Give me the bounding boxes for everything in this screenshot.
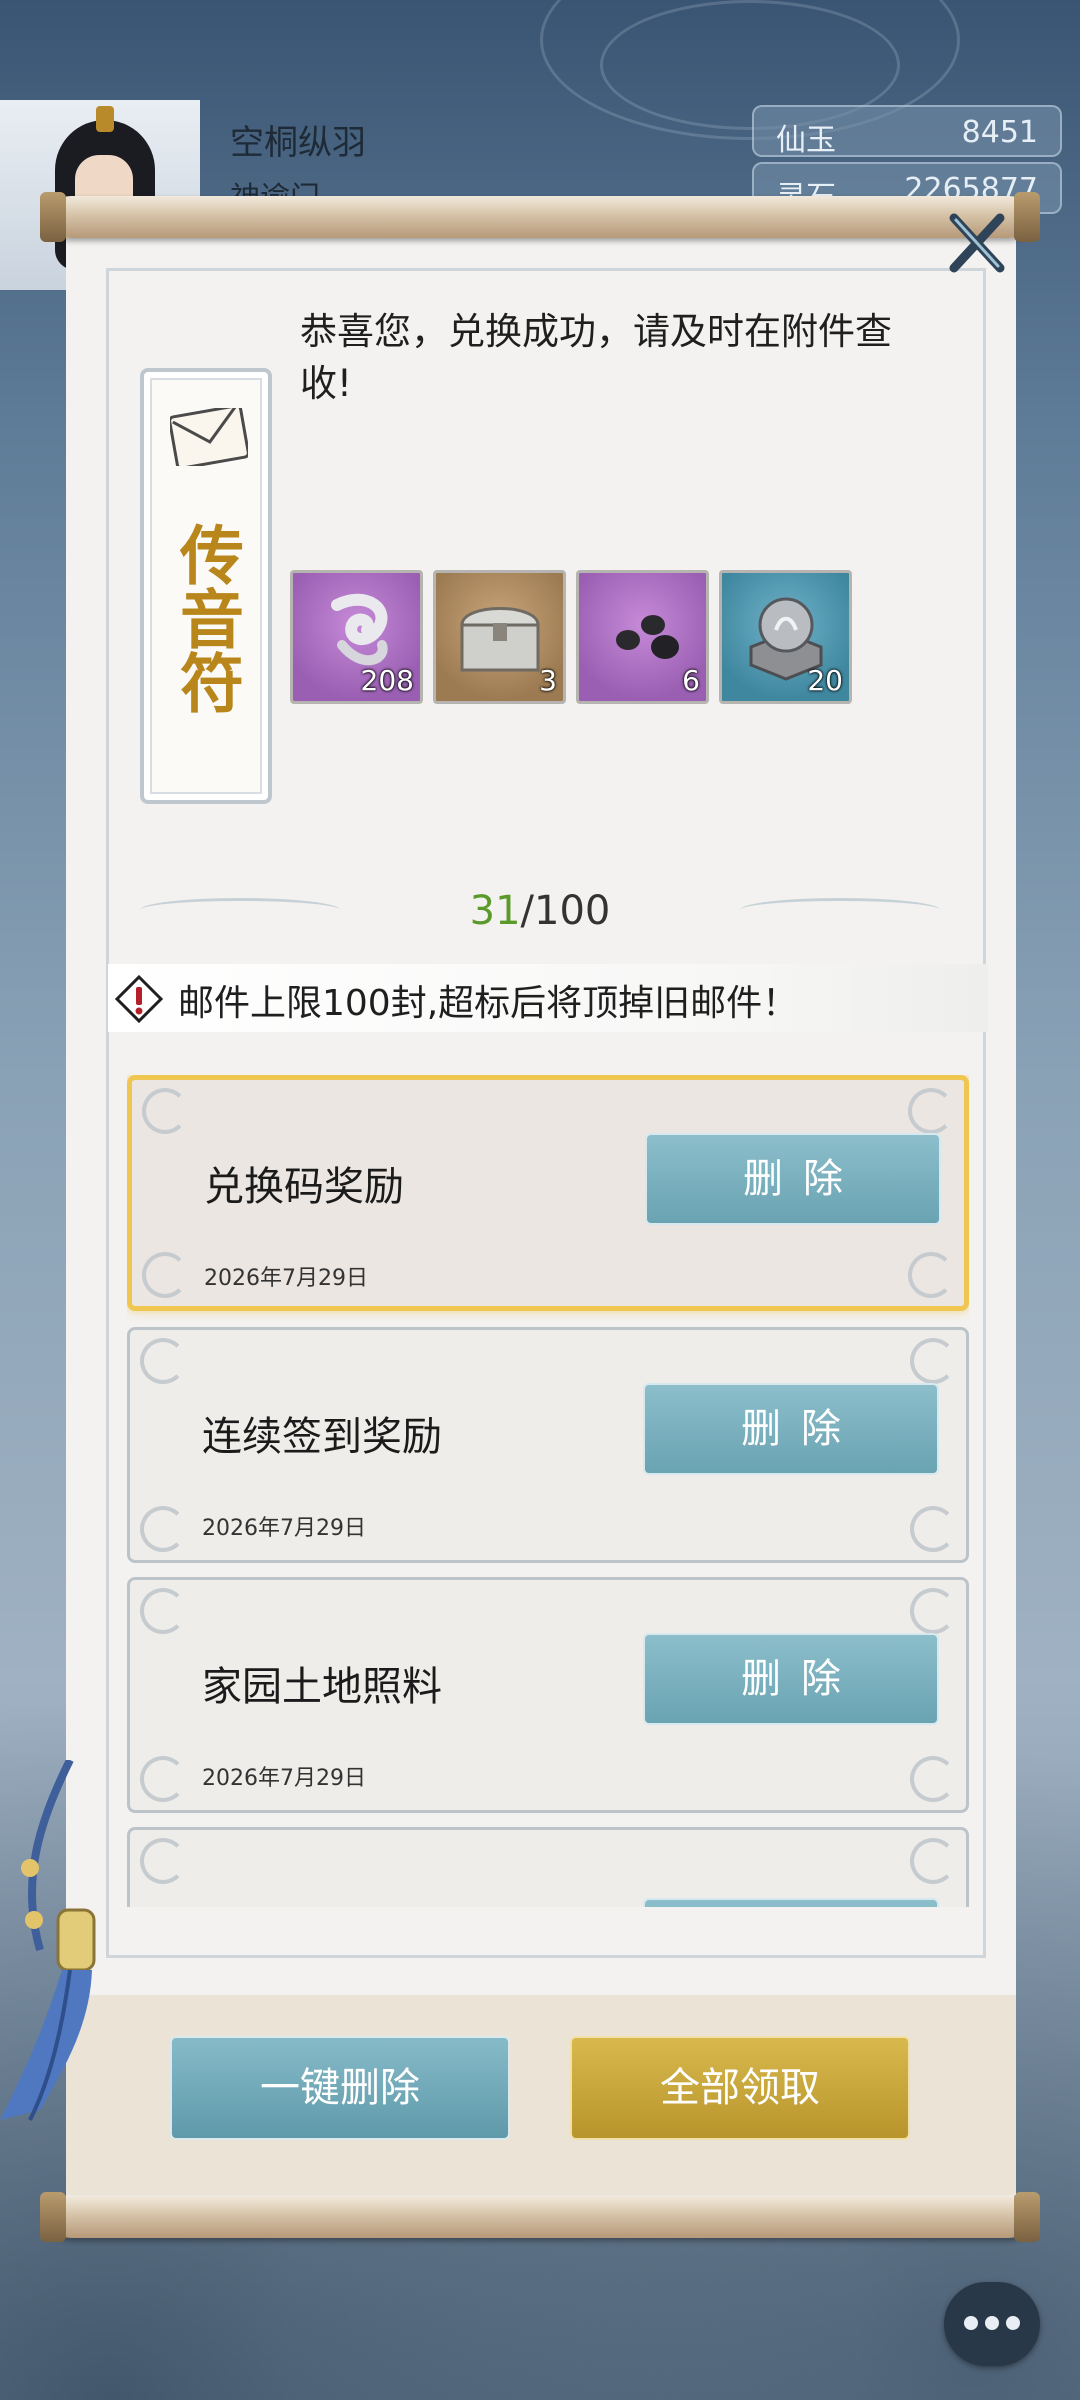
stones-icon (616, 615, 679, 659)
mail-title: 连续签到奖励 (202, 1414, 442, 1460)
cloud-ornament (142, 1252, 188, 1298)
cloud-ornament (140, 1588, 186, 1634)
attachment-count: 20 (807, 664, 843, 697)
delete-button[interactable]: 删除 (643, 1633, 939, 1725)
mail-item[interactable]: 兑换码奖励 2026年7月29日 删除 (127, 1075, 969, 1311)
talisman-label: 传音符 (144, 522, 268, 738)
attachment-item[interactable]: 3 (433, 570, 566, 704)
scroll-rod-top (40, 192, 1040, 242)
envelope-icon (170, 408, 248, 466)
mail-count-max: /100 (520, 888, 611, 934)
mail-title: 兑换码奖励 (204, 1164, 404, 1210)
delete-button[interactable] (643, 1898, 939, 1907)
scroll-rod-bottom (40, 2192, 1040, 2242)
mail-count-current: 31 (469, 888, 521, 934)
claim-all-button[interactable]: 全部领取 (570, 2036, 910, 2140)
chat-button[interactable] (944, 2282, 1040, 2366)
cloud-ornament (140, 1838, 186, 1884)
cloud-ornament (910, 1506, 956, 1552)
mail-message: 恭喜您，兑换成功，请及时在附件查收! (300, 310, 892, 405)
cloud-ornament (140, 1756, 186, 1802)
cloud-ornament (908, 1088, 954, 1134)
attachment-item[interactable]: 20 (719, 570, 852, 704)
attachment-count: 6 (682, 664, 700, 697)
mail-item[interactable]: 连续签到奖励 2026年7月29日 删除 (127, 1327, 969, 1563)
mail-limit-notice: 邮件上限100封,超标后将顶掉旧邮件！ (108, 964, 988, 1032)
delete-button[interactable]: 删除 (643, 1383, 939, 1475)
tassel-ornament (0, 1760, 96, 2121)
cloud-ornament (142, 1088, 188, 1134)
attachment-item[interactable]: 6 (576, 570, 709, 704)
mail-item[interactable]: 家园土地照料 2026年7月29日 删除 (127, 1577, 969, 1813)
attachment-item[interactable]: 208 (290, 570, 423, 704)
cloud-ornament (910, 1338, 956, 1384)
cloud-ornament (908, 1252, 954, 1298)
currency-value: 8451 (961, 115, 1038, 150)
currency-xianyu: 仙玉 8451 (752, 105, 1062, 158)
close-button[interactable] (944, 210, 1010, 276)
mail-date: 2026年7月29日 (204, 1266, 368, 1291)
cloud-ornament (910, 1838, 956, 1884)
mail-date: 2026年7月29日 (202, 1766, 366, 1791)
mail-title: 家园土地照料 (202, 1664, 442, 1710)
attachment-count: 3 (539, 664, 557, 697)
cloud-ornament (910, 1588, 956, 1634)
notice-text: 邮件上限100封,超标后将顶掉旧邮件！ (178, 983, 799, 1024)
bulk-delete-button[interactable]: 一键删除 (170, 2036, 510, 2140)
mail-date: 2026年7月29日 (202, 1516, 366, 1541)
talisman-label-text: 传音符 (169, 522, 244, 714)
cloud-ornament (140, 1338, 186, 1384)
currency-label: 仙玉 (776, 123, 836, 158)
player-name: 空桐纵羽 (230, 123, 366, 163)
mail-list[interactable]: 兑换码奖励 2026年7月29日 删除 连续签到奖励 2026年7月29日 删除… (127, 1075, 969, 1907)
sound-talisman: 传音符 (140, 368, 272, 804)
mail-item-partial[interactable] (127, 1827, 969, 1907)
mail-count: 31/100 (0, 888, 1080, 934)
attachment-list: 208 3 6 20 (290, 570, 852, 704)
treasure-chest-icon (460, 607, 540, 672)
delete-button[interactable]: 删除 (645, 1133, 941, 1225)
attachment-count: 208 (360, 664, 414, 697)
warning-icon (114, 974, 164, 1024)
close-icon (949, 213, 1005, 273)
cloud-ornament (140, 1506, 186, 1552)
cloud-ornament (910, 1756, 956, 1802)
